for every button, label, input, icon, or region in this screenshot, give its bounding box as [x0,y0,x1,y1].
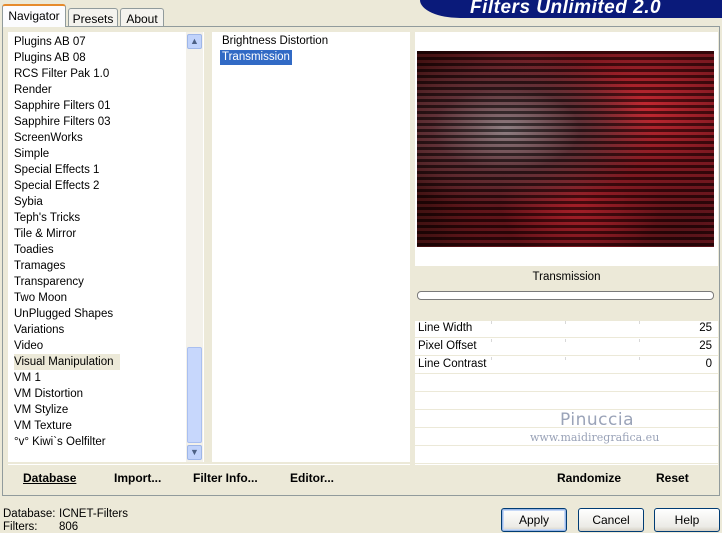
category-item[interactable]: VM Distortion [14,386,83,402]
category-item[interactable]: Render [14,82,52,98]
database-status-value: ICNET-Filters [59,508,128,520]
scroll-down-icon[interactable]: ▼ [187,445,202,460]
apply-button[interactable]: Apply [501,508,567,532]
filters-count-label: Filters: [3,521,38,533]
param-line-contrast[interactable]: Line Contrast 0 [415,357,718,374]
current-filter-name: Transmission [532,271,601,283]
category-item[interactable]: °v° Kiwi`s Oelfilter [14,434,106,450]
category-item[interactable]: VM Texture [14,418,72,434]
category-item[interactable]: Toadies [14,242,54,258]
filter-list: Brightness Distortion Transmission [212,32,410,462]
category-item[interactable]: UnPlugged Shapes [14,306,113,322]
category-item[interactable]: VM Stylize [14,402,68,418]
category-item[interactable]: Sapphire Filters 03 [14,114,111,130]
param-label: Line Width [418,322,473,334]
randomize-button[interactable]: Randomize [557,471,621,485]
category-item[interactable]: Sapphire Filters 01 [14,98,111,114]
filter-item-brightness-distortion[interactable]: Brightness Distortion [220,34,330,49]
database-button[interactable]: Database [23,471,76,485]
category-item[interactable]: Transparency [14,274,84,290]
preview-image [417,51,714,247]
param-label: Pixel Offset [418,340,477,352]
category-item[interactable]: Variations [14,322,64,338]
param-value: 25 [699,322,712,334]
category-item[interactable]: Plugins AB 07 [14,34,86,50]
tab-presets[interactable]: Presets [68,8,118,28]
reset-button[interactable]: Reset [656,471,689,485]
category-item[interactable]: Plugins AB 08 [14,50,86,66]
param-value: 25 [699,340,712,352]
param-pixel-offset[interactable]: Pixel Offset 25 [415,339,718,356]
category-item[interactable]: ScreenWorks [14,130,83,146]
category-item[interactable]: Sybia [14,194,43,210]
param-empty [415,447,718,464]
param-empty [415,375,718,392]
watermark-name: Pinuccia [560,410,634,430]
category-item[interactable]: Simple [14,146,49,162]
category-item[interactable]: VM 1 [14,370,41,386]
editor-button[interactable]: Editor... [290,471,334,485]
app-title: Filters Unlimited 2.0 [470,0,662,18]
import-button[interactable]: Import... [114,471,161,485]
category-item[interactable]: Tramages [14,258,65,274]
scroll-thumb[interactable] [187,347,202,443]
filter-item-transmission[interactable]: Transmission [220,50,292,65]
param-value: 0 [705,358,712,370]
category-item[interactable]: Visual Manipulation [14,354,120,370]
tab-navigator[interactable]: Navigator [2,4,66,27]
category-scrollbar[interactable]: ▲ ▼ [186,32,203,462]
category-list[interactable]: Plugins AB 07 Plugins AB 08 RCS Filter Pak… [8,32,204,462]
category-item[interactable]: RCS Filter Pak 1.0 [14,66,109,82]
help-button[interactable]: Help [654,508,720,532]
filters-count-value: 806 [59,521,79,533]
filter-info-button[interactable]: Filter Info... [193,471,258,485]
scroll-up-icon[interactable]: ▲ [187,34,202,49]
progress-bar [417,291,714,300]
category-item[interactable]: Teph's Tricks [14,210,80,226]
category-item[interactable]: Video [14,338,43,354]
watermark-url: www.maidiregrafica.eu [530,431,660,444]
param-line-width[interactable]: Line Width 25 [415,321,718,338]
category-item[interactable]: Tile & Mirror [14,226,76,242]
database-status-label: Database: [3,508,56,520]
category-item[interactable]: Special Effects 2 [14,178,99,194]
param-label: Line Contrast [418,358,487,370]
category-item[interactable]: Special Effects 1 [14,162,99,178]
cancel-button[interactable]: Cancel [578,508,644,532]
category-item[interactable]: Two Moon [14,290,67,306]
tab-about[interactable]: About [120,8,164,28]
param-empty [415,393,718,410]
